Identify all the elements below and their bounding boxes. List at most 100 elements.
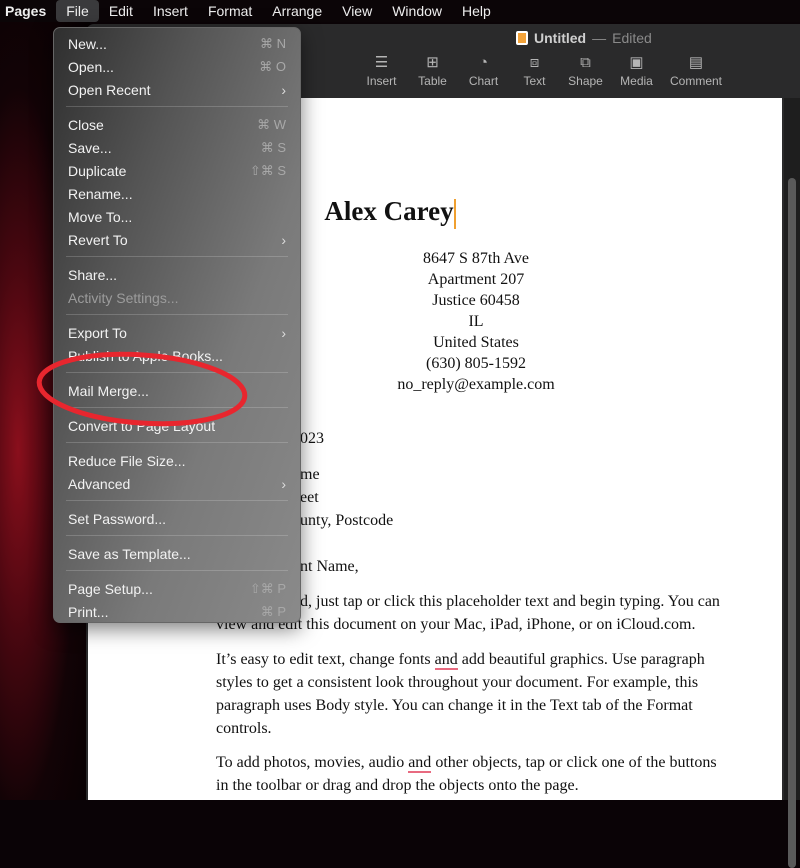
menu-separator [66,106,288,107]
window-title: Untitled — Edited [516,30,652,46]
menu-item-rename[interactable]: Rename... [54,182,300,205]
menu-separator [66,372,288,373]
body-line: d, just tap or click this placeholder te… [300,593,720,610]
shortcut-label: ⇧⌘ S [249,162,286,178]
shortcut-label: ⌘ O [259,58,286,74]
menu-item-export-to[interactable]: Export To › [54,321,300,344]
menu-item-close[interactable]: Close ⌘ W [54,113,300,136]
menu-item-open-recent[interactable]: Open Recent › [54,78,300,101]
menu-item-label: Mail Merge... [68,382,149,399]
tool-label: Table [418,74,447,88]
menu-format[interactable]: Format [198,0,262,22]
scrollbar[interactable] [784,98,800,868]
menu-item-share[interactable]: Share... [54,263,300,286]
spellcheck-word[interactable]: and [434,651,458,670]
menu-separator [66,407,288,408]
sender-name-text: Alex Carey [324,196,454,226]
menu-edit[interactable]: Edit [99,0,143,22]
recipient-line: me [300,466,320,483]
tool-label: Insert [366,74,397,88]
shortcut-label: ⇧⌘ P [249,580,286,596]
text-button[interactable]: ⧈ Text [509,54,560,88]
menu-help[interactable]: Help [452,0,501,22]
comment-button[interactable]: ▤ Comment [662,54,730,88]
shape-icon: ⧉ [580,54,591,71]
table-button[interactable]: ⊞ Table [407,54,458,88]
chart-icon: ◔ [478,54,489,71]
date-line: 023 [300,430,324,447]
menu-item-mail-merge[interactable]: Mail Merge... [54,379,300,402]
edited-status: Edited [612,30,652,46]
menu-insert[interactable]: Insert [143,0,198,22]
menu-item-label: Open... [68,58,114,75]
menu-item-activity-settings: Activity Settings... [54,286,300,309]
menu-item-label: Publish to Apple Books... [68,347,223,364]
shape-button[interactable]: ⧉ Shape [560,54,611,88]
menu-item-convert-to-page-layout[interactable]: Convert to Page Layout [54,414,300,437]
menu-item-duplicate[interactable]: Duplicate ⇧⌘ S [54,159,300,182]
menu-item-open[interactable]: Open... ⌘ O [54,55,300,78]
spellcheck-word[interactable]: and [408,754,432,773]
menu-item-label: Page Setup... [68,580,153,597]
menu-item-label: Save as Template... [68,545,191,562]
menu-item-print[interactable]: Print... ⌘ P [54,600,300,623]
text-caret [453,198,456,229]
menu-item-save[interactable]: Save... ⌘ S [54,136,300,159]
file-menu: New... ⌘ N Open... ⌘ O Open Recent › Close ⌘ W S… [53,27,301,623]
media-button[interactable]: ▣ Media [611,54,662,88]
menu-item-advanced[interactable]: Advanced › [54,472,300,495]
scrollbar-thumb[interactable] [788,178,796,868]
recipient-line: unty, Postcode [300,512,394,529]
chart-button[interactable]: ◔ Chart [458,54,509,88]
body-line: in the toolbar or drag and drop the obje… [216,777,579,794]
menu-item-reduce-file-size[interactable]: Reduce File Size... [54,449,300,472]
menu-item-label: Close [68,116,104,133]
menu-window[interactable]: Window [382,0,452,22]
tool-label: Media [620,74,653,88]
menu-separator [66,535,288,536]
menu-separator [66,442,288,443]
menu-item-label: Share... [68,266,118,283]
media-icon: ▣ [629,54,644,71]
menu-item-new[interactable]: New... ⌘ N [54,32,300,55]
menu-item-page-setup[interactable]: Page Setup... ⇧⌘ P [54,577,300,600]
tool-label: Chart [468,74,499,88]
document-title[interactable]: Untitled [534,30,586,46]
menu-item-move-to[interactable]: Move To... [54,205,300,228]
menu-arrange[interactable]: Arrange [262,0,332,22]
menu-file[interactable]: File [56,0,99,22]
menu-item-save-as-template[interactable]: Save as Template... [54,542,300,565]
shortcut-label: ⌘ S [260,139,286,155]
shortcut-label: ⌘ P [260,603,286,619]
menu-item-revert-to[interactable]: Revert To › [54,228,300,251]
tool-label: Comment [669,74,722,88]
menu-item-label: Advanced [68,475,131,492]
body-line: It’s easy to edit text, change fonts and… [216,651,705,670]
title-separator: — [592,30,607,46]
tool-label: Shape [568,74,603,88]
menu-item-label: Activity Settings... [68,289,179,306]
menu-item-label: Set Password... [68,510,167,527]
shortcut-label: ⌘ N [260,35,286,51]
menu-item-label: Duplicate [68,162,127,179]
toolbar: ☰ Insert ⊞ Table ◔ Chart ⧈ Text ⧉ Shape ▣ Medi… [356,54,730,88]
menu-separator [66,500,288,501]
chevron-right-icon: › [281,231,286,248]
text-run: other objects, tap or click one of the b… [431,754,717,771]
text-icon: ⧈ [529,54,540,71]
tool-label: Text [523,74,546,88]
document-icon [516,31,528,45]
menu-item-set-password[interactable]: Set Password... [54,507,300,530]
menu-item-label: Export To [68,324,127,341]
body-line: paragraph uses Body style. You can chang… [216,697,693,714]
menu-item-publish-to-apple-books[interactable]: Publish to Apple Books... [54,344,300,367]
menu-app-pages[interactable]: Pages [0,0,56,22]
menu-item-label: Print... [68,603,109,620]
text-run: To add photos, movies, audio [216,754,409,771]
shortcut-label: ⌘ W [257,116,286,132]
menu-view[interactable]: View [332,0,382,22]
menu-bar: Pages File Edit Insert Format Arrange Vi… [0,0,800,22]
insert-button[interactable]: ☰ Insert [356,54,407,88]
chevron-right-icon: › [281,324,286,341]
menu-item-label: Open Recent [68,81,151,98]
